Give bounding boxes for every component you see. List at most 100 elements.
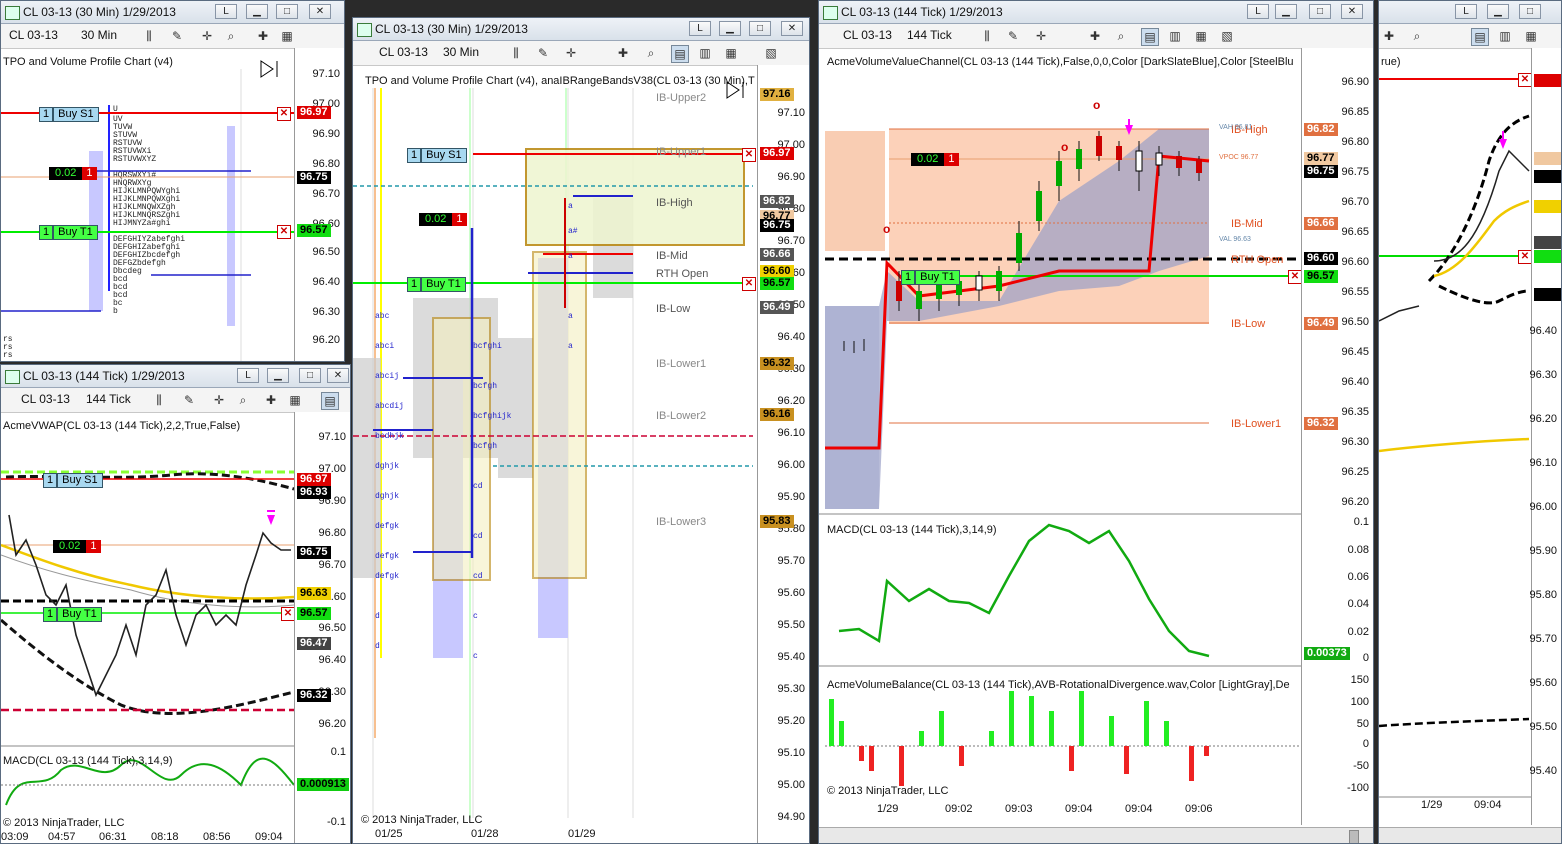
rth-open-label: RTH Open — [656, 268, 709, 280]
cancel-order-icon[interactable]: ✕ — [1288, 270, 1302, 284]
svg-text:a: a — [568, 252, 573, 261]
ib-mid-label: IB-Mid — [1231, 218, 1263, 230]
svg-text:abcdij: abcdij — [375, 402, 404, 411]
svg-text:abci: abci — [375, 342, 394, 351]
svg-text:RSTUVWXYZ: RSTUVWXYZ — [113, 155, 156, 164]
cancel-order-icon[interactable]: ✕ — [277, 225, 291, 239]
price-axis[interactable]: 97.10 97.00 96.90 96.80 96.70 96.60 96.5… — [294, 48, 344, 361]
time-axis[interactable]: 1/29 09:02 09:03 09:04 09:04 09:06 — [819, 803, 1301, 817]
price-axis[interactable]: 96.40 96.30 96.20 96.10 96.00 95.90 95.8… — [1529, 48, 1561, 825]
copyright-label: © 2013 NinjaTrader, LLC — [3, 817, 125, 829]
svg-text:a: a — [568, 312, 573, 321]
svg-text:bcfgh: bcfgh — [473, 442, 497, 451]
svg-text:defgk: defgk — [375, 552, 399, 561]
price-label — [1534, 152, 1561, 165]
ib-lower2-label: IB-Lower2 — [656, 410, 707, 422]
price-label: 96.57 — [297, 607, 331, 620]
cancel-order-icon[interactable]: ✕ — [1518, 73, 1532, 87]
price-label: 96.75 — [297, 171, 331, 184]
cancel-order-icon[interactable]: ✕ — [742, 277, 756, 291]
svg-text:defgk: defgk — [375, 522, 399, 531]
svg-text:o: o — [883, 222, 890, 236]
buy-s1-order[interactable]: 1 Buy S1 — [39, 107, 99, 122]
ib-lower3-label: IB-Lower3 — [656, 516, 707, 528]
vpoc-label: VPOC 96.77 — [1219, 154, 1259, 161]
horizontal-scrollbar[interactable] — [819, 827, 1373, 843]
price-label — [1534, 250, 1561, 263]
scroll-thumb[interactable] — [1349, 830, 1359, 843]
ib-upper1-label: IB-Upper1 — [656, 146, 707, 158]
chart-window-tpo-ib: CL 03-13 (30 Min) 1/29/2013 L ▁ □ ✕ CL 0… — [352, 17, 810, 844]
cancel-order-icon[interactable]: ✕ — [277, 107, 291, 121]
price-label: 96.93 — [297, 486, 331, 499]
chart-window-tpo-small: CL 03-13 (30 Min) 1/29/2013 L ▁ □ ✕ CL 0… — [0, 0, 345, 362]
price-label: 96.66 — [760, 248, 794, 261]
price-label: 96.82 — [760, 195, 794, 208]
svg-text:cd: cd — [473, 482, 483, 491]
price-label — [1534, 288, 1561, 301]
ib-low-label: IB-Low — [656, 303, 691, 315]
price-axis[interactable]: 96.90 96.85 96.80 96.75 96.70 96.65 96.6… — [1301, 48, 1373, 825]
buy-t1-order[interactable]: 1 Buy T1 — [901, 270, 960, 285]
price-label: 96.57 — [1304, 270, 1338, 283]
price-label: 96.47 — [297, 637, 331, 650]
cancel-order-icon[interactable]: ✕ — [742, 148, 756, 162]
svg-text:bcfgh: bcfgh — [473, 382, 497, 391]
svg-text:bcfghi: bcfghi — [473, 342, 502, 351]
buy-t1-order[interactable]: 1 Buy T1 — [43, 607, 102, 622]
price-label: 96.75 — [1304, 165, 1338, 178]
avb-label: AcmeVolumeBalance(CL 03-13 (144 Tick),AV… — [827, 679, 1290, 691]
svg-text:HIJMNYZa#ghi: HIJMNYZa#ghi — [113, 219, 171, 228]
chart-window-volume-channel: CL 03-13 (144 Tick) 1/29/2013 L ▁ □ ✕ CL… — [818, 0, 1374, 844]
svg-text:o: o — [1093, 98, 1100, 112]
svg-text:cd: cd — [473, 532, 483, 541]
price-label: 96.82 — [1304, 123, 1338, 136]
position-display: 0.02 1 — [911, 153, 959, 166]
price-label: 96.75 — [297, 546, 331, 559]
chart-window-vwap: CL 03-13 (144 Tick) 1/29/2013 L ▁ □ ✕ CL… — [0, 364, 351, 844]
price-label: 96.75 — [760, 219, 794, 232]
rth-open-label: RTH Open — [1231, 254, 1284, 266]
price-axis[interactable]: 97.10 97.00 96.90 96.80 96.70 96.60 96.5… — [294, 412, 350, 843]
buy-t1-order[interactable]: 1 Buy T1 — [407, 277, 466, 292]
price-label: 96.97 — [297, 473, 331, 486]
time-axis[interactable]: 1/29 09:04 — [1379, 799, 1531, 813]
svg-text:a#: a# — [568, 227, 578, 236]
ib-low-label: IB-Low — [1231, 318, 1266, 330]
buy-t1-order[interactable]: 1 Buy T1 — [39, 225, 98, 240]
time-axis[interactable]: 03:09 04:57 06:31 08:18 08:56 09:04 — [1, 831, 294, 843]
svg-text:d: d — [375, 612, 380, 621]
svg-text:b: b — [113, 307, 118, 316]
vah-label: VAH 96.81 — [1219, 124, 1253, 131]
tpo-ib-chart-canvas: abc abci abcij abcdij bcdhjk dghjk dghjk defg… — [353, 81, 753, 818]
macd-label: MACD(CL 03-13 (144 Tick),3,14,9) — [827, 524, 997, 536]
position-display: 0.02 1 — [53, 540, 101, 553]
svg-text:c: c — [473, 612, 478, 621]
price-label: 96.49 — [1304, 317, 1338, 330]
svg-text:cd: cd — [473, 572, 483, 581]
price-label: 96.66 — [1304, 217, 1338, 230]
svg-text:a: a — [568, 342, 573, 351]
svg-text:rs: rs — [3, 351, 13, 360]
price-label: 96.57 — [760, 277, 794, 290]
chart-window-right-partial: L ▁ □ ✚ ⌕ ▤ ▥ ▦ rue) ✕ ✕ 1/29 09:04 96.4… — [1378, 0, 1562, 844]
buy-s1-order[interactable]: 1 Buy S1 — [407, 148, 467, 163]
price-label: 96.49 — [760, 301, 794, 314]
svg-text:dghjk: dghjk — [375, 462, 399, 471]
cancel-order-icon[interactable]: ✕ — [1518, 250, 1532, 264]
time-axis[interactable]: 01/25 01/28 01/29 — [353, 828, 757, 842]
macd-label: MACD(CL 03-13 (144 Tick),3,14,9) — [3, 755, 173, 767]
svg-text:abc: abc — [375, 312, 390, 321]
horizontal-scrollbar[interactable] — [1379, 827, 1561, 843]
buy-s1-order[interactable]: 1 Buy S1 — [43, 473, 103, 488]
price-label: 96.57 — [297, 224, 331, 237]
price-label: 96.97 — [760, 147, 794, 160]
price-label: 97.16 — [760, 88, 794, 101]
ib-mid-label: IB-Mid — [656, 250, 688, 262]
price-axis[interactable]: 97.10 97.00 96.90 96.80 96.70 96.60 96.5… — [757, 65, 809, 843]
volume-channel-canvas: o o o — [819, 98, 1373, 786]
price-label: 96.77 — [1304, 152, 1338, 165]
price-label: 95.83 — [760, 515, 794, 528]
cancel-order-icon[interactable]: ✕ — [281, 607, 295, 621]
price-label: 96.32 — [760, 357, 794, 370]
